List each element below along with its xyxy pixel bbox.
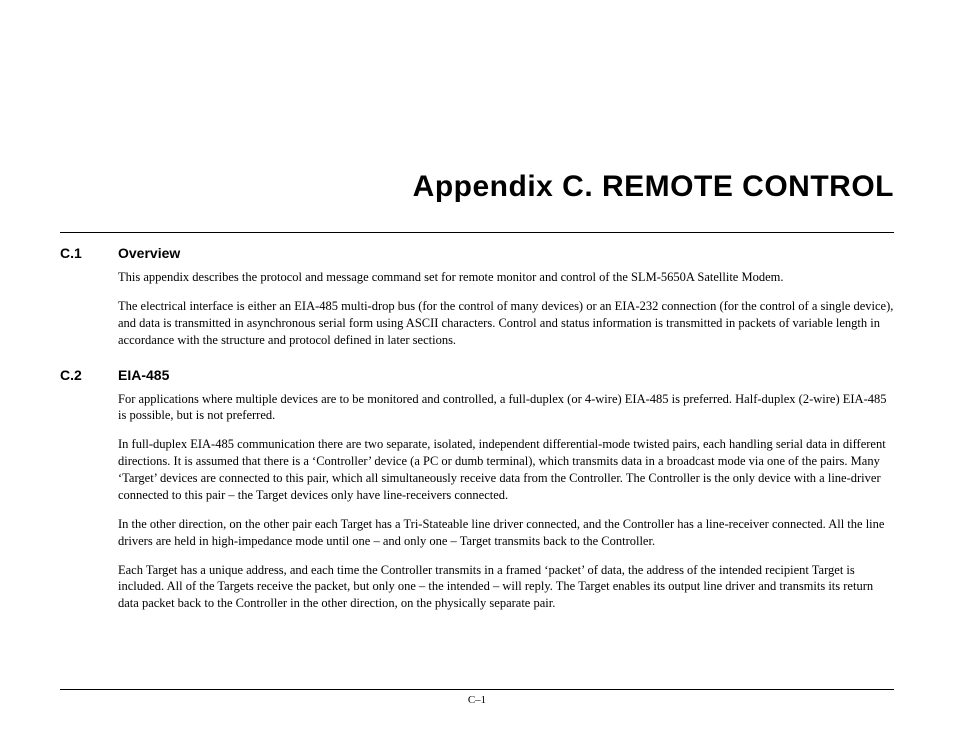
paragraph: In the other direction, on the other pai… (118, 516, 894, 550)
page-number: C–1 (60, 694, 894, 706)
section-title: Overview (118, 245, 180, 261)
paragraph: The electrical interface is either an EI… (118, 298, 894, 349)
page-footer: C–1 (60, 689, 894, 706)
section-c2: C.2 EIA-485 For applications where multi… (60, 367, 894, 613)
divider-bottom (60, 689, 894, 690)
section-c1: C.1 Overview This appendix describes the… (60, 245, 894, 349)
paragraph: Each Target has a unique address, and ea… (118, 562, 894, 613)
paragraph: In full-duplex EIA-485 communication the… (118, 436, 894, 504)
title-block: Appendix C. REMOTE CONTROL (60, 170, 894, 204)
section-heading: C.1 Overview (60, 245, 894, 261)
appendix-title: Appendix C. REMOTE CONTROL (413, 170, 894, 203)
section-number: C.2 (60, 367, 100, 383)
section-number: C.1 (60, 245, 100, 261)
paragraph: For applications where multiple devices … (118, 391, 894, 425)
section-heading: C.2 EIA-485 (60, 367, 894, 383)
section-title: EIA-485 (118, 367, 169, 383)
paragraph: This appendix describes the protocol and… (118, 269, 894, 286)
document-page: Appendix C. REMOTE CONTROL C.1 Overview … (0, 0, 954, 738)
divider-top (60, 232, 894, 233)
